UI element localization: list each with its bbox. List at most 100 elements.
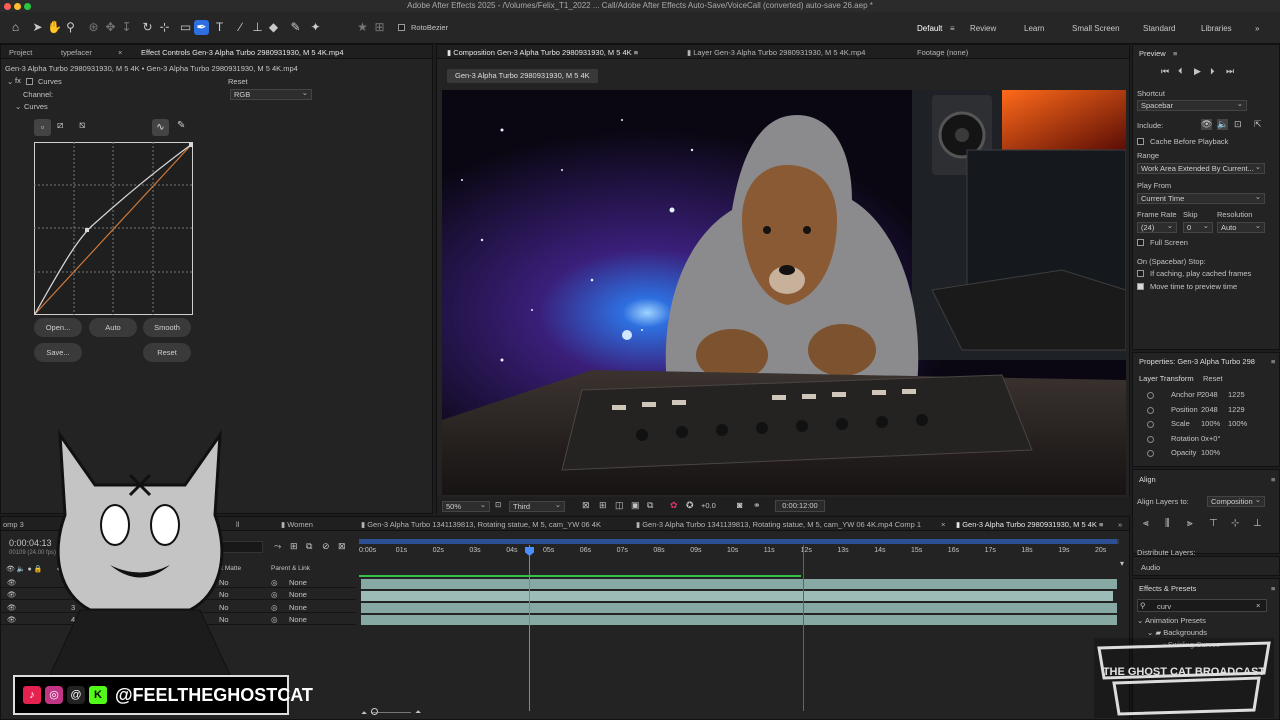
composition-viewer[interactable] bbox=[442, 90, 1126, 495]
tree-backgrounds[interactable]: ⌄ ▰ Backgrounds bbox=[1147, 628, 1207, 637]
range-dropdown[interactable]: Work Area Extended By Current... bbox=[1137, 163, 1265, 174]
visibility-icon[interactable]: 👁 bbox=[7, 603, 17, 612]
cache-before-playback-checkbox[interactable] bbox=[1137, 138, 1144, 145]
comp-button-icon[interactable]: ▾ bbox=[1120, 559, 1124, 568]
close-timeline-tab-icon[interactable]: × bbox=[941, 520, 945, 529]
close-tab-icon[interactable]: × bbox=[118, 48, 122, 57]
last-frame-icon[interactable]: ⏭ bbox=[1226, 66, 1234, 77]
stopwatch-icon[interactable] bbox=[1147, 435, 1154, 443]
align-top-icon[interactable]: ⊤ bbox=[1209, 518, 1218, 529]
zoom-window-button[interactable] bbox=[24, 3, 31, 10]
curves-save-button[interactable]: Save... bbox=[34, 343, 82, 362]
curves-open-button[interactable]: Open... bbox=[34, 318, 82, 337]
eraser-tool-icon[interactable]: ◆ bbox=[266, 20, 281, 35]
play-from-dropdown[interactable]: Current Time bbox=[1137, 192, 1265, 204]
magnification-dropdown[interactable]: 50% bbox=[442, 500, 490, 512]
workspace-review[interactable]: Review bbox=[970, 24, 996, 33]
zoom-out-icon[interactable]: ⏶ bbox=[361, 708, 367, 718]
hand-tool-icon[interactable]: ✋ bbox=[47, 20, 62, 35]
workspace-overflow-icon[interactable]: » bbox=[1255, 24, 1259, 33]
workspace-default[interactable]: Default bbox=[917, 24, 942, 33]
effect-expand-icon[interactable]: ⌄ bbox=[7, 77, 13, 86]
stopwatch-icon[interactable] bbox=[1147, 421, 1154, 428]
layer-bar-2[interactable] bbox=[361, 591, 1113, 601]
stopwatch-icon[interactable] bbox=[1147, 392, 1154, 399]
rectangle-tool-icon[interactable]: ▭ bbox=[178, 20, 193, 35]
tab-footage[interactable]: Footage (none) bbox=[917, 48, 968, 57]
mask-visibility-icon[interactable]: ◫ bbox=[615, 500, 624, 511]
align-right-icon[interactable]: ⫸ bbox=[1187, 518, 1193, 529]
pickwhip-icon[interactable]: ◎ bbox=[271, 603, 278, 612]
stopwatch-icon[interactable] bbox=[1147, 406, 1154, 414]
curves-smooth-button[interactable]: Smooth bbox=[143, 318, 191, 337]
align-left-icon[interactable]: ⫷ bbox=[1143, 518, 1149, 529]
parent-dropdown[interactable]: None bbox=[289, 603, 307, 612]
bezier-curve-icon[interactable]: ∿ bbox=[152, 119, 169, 136]
tab-active-comp[interactable]: ▮ Gen-3 Alpha Turbo 2980931930, M 5 4K ≡ bbox=[956, 520, 1103, 529]
draft-3d-icon[interactable]: ⊞ bbox=[290, 541, 298, 552]
comp-flowchart-icon[interactable]: ⧉ bbox=[647, 500, 653, 511]
previous-frame-icon[interactable]: ⏴ bbox=[1178, 66, 1183, 77]
include-layer-controls-icon[interactable]: ⇱ bbox=[1254, 119, 1262, 130]
comp-mini-flowchart-icon[interactable]: ⤳ bbox=[274, 541, 281, 552]
include-overlays-icon[interactable]: ⊡ bbox=[1234, 119, 1242, 130]
comp-navigator-crumb[interactable]: Gen-3 Alpha Turbo 2980931930, M 5 4K bbox=[447, 69, 598, 83]
orbit-camera-icon[interactable]: ⊛ bbox=[86, 20, 101, 35]
tab-comp-3[interactable]: omp 3 bbox=[3, 520, 24, 529]
resolution-dropdown[interactable]: Third bbox=[509, 500, 565, 512]
color-channels-icon[interactable]: ✿ bbox=[670, 500, 678, 511]
curves-expand-icon[interactable]: ⌄ bbox=[15, 102, 21, 111]
graph-editor-icon[interactable]: ⊠ bbox=[338, 541, 346, 552]
align-hcenter-icon[interactable]: ⫼ bbox=[1165, 518, 1170, 529]
timeline-overflow-icon[interactable]: » bbox=[1118, 520, 1122, 529]
work-area-bar[interactable] bbox=[359, 539, 1119, 544]
pen-tool-icon[interactable]: ✒ bbox=[194, 20, 209, 35]
effects-menu-icon[interactable]: ≡ bbox=[1271, 584, 1275, 593]
minimize-window-button[interactable] bbox=[14, 3, 21, 10]
zoom-in-icon[interactable]: ⏶ bbox=[415, 707, 421, 717]
parent-dropdown[interactable]: None bbox=[289, 615, 307, 624]
clear-search-icon[interactable]: × bbox=[1256, 601, 1260, 610]
brush-tool-icon[interactable]: ∕ bbox=[233, 20, 248, 35]
parent-dropdown[interactable]: None bbox=[289, 578, 307, 587]
tab-rotating-statue-comp1[interactable]: ▮ Gen-3 Alpha Turbo 1341139813, Rotating… bbox=[636, 520, 921, 529]
curves-graph[interactable] bbox=[34, 142, 193, 315]
transform-value-1[interactable]: 2048 bbox=[1201, 405, 1218, 414]
puppet-pin-tool-icon[interactable]: ✦ bbox=[308, 20, 323, 35]
effect-enable-checkbox[interactable] bbox=[26, 78, 33, 85]
pickwhip-icon[interactable]: ◎ bbox=[271, 590, 278, 599]
layer-bar-1[interactable] bbox=[361, 579, 1117, 589]
audio-title[interactable]: Audio bbox=[1141, 563, 1160, 572]
shy-layers-icon[interactable]: ⧉ bbox=[306, 541, 312, 552]
pencil-curve-icon[interactable]: ✎ bbox=[177, 120, 185, 131]
workspace-libraries[interactable]: Libraries bbox=[1201, 24, 1232, 33]
preview-menu-icon[interactable]: ≡ bbox=[1173, 49, 1177, 58]
visibility-icon[interactable]: 👁 bbox=[7, 578, 17, 587]
rgb-channel-icon[interactable]: ▫ bbox=[34, 119, 51, 136]
playhead-line[interactable] bbox=[529, 545, 530, 711]
tab-typefacer[interactable]: typefacer bbox=[61, 48, 92, 57]
transform-value-2[interactable]: 1225 bbox=[1228, 390, 1245, 399]
shortcut-dropdown[interactable]: Spacebar bbox=[1137, 99, 1247, 111]
curves-auto-button[interactable]: Auto bbox=[89, 318, 137, 337]
region-of-interest-icon[interactable]: ⊠ bbox=[582, 500, 590, 511]
reset-exposure-icon[interactable]: ✪ bbox=[686, 500, 694, 511]
workspace-small-screen[interactable]: Small Screen bbox=[1072, 24, 1120, 33]
tab-layer[interactable]: ▮ Layer Gen-3 Alpha Turbo 2980931930, M … bbox=[687, 48, 865, 57]
roto-brush-tool-icon[interactable]: ✎ bbox=[288, 20, 303, 35]
transform-value-1[interactable]: 100% bbox=[1201, 448, 1220, 457]
visibility-icon[interactable]: 👁 bbox=[7, 615, 17, 624]
stopwatch-icon[interactable] bbox=[1147, 450, 1154, 457]
tab-project[interactable]: Project bbox=[9, 48, 32, 57]
next-frame-icon[interactable]: ⏵ bbox=[1210, 66, 1215, 77]
pickwhip-icon[interactable]: ◎ bbox=[271, 578, 278, 587]
selection-tool-icon[interactable]: ➤ bbox=[30, 20, 45, 35]
effects-search-box[interactable]: ⚲ curv × bbox=[1137, 599, 1267, 612]
layer-transform-reset[interactable]: Reset bbox=[1203, 374, 1223, 383]
tab-effect-controls[interactable]: Effect Controls Gen-3 Alpha Turbo 298093… bbox=[141, 48, 421, 57]
clone-stamp-tool-icon[interactable]: ⊥ bbox=[250, 20, 265, 35]
rotate-tool-icon[interactable]: ↻ bbox=[140, 20, 155, 35]
include-audio-icon[interactable]: 🔈 bbox=[1217, 119, 1229, 130]
playhead-handle[interactable] bbox=[525, 547, 534, 556]
tab-composition[interactable]: ▮ Composition Gen-3 Alpha Turbo 29809319… bbox=[447, 48, 638, 57]
